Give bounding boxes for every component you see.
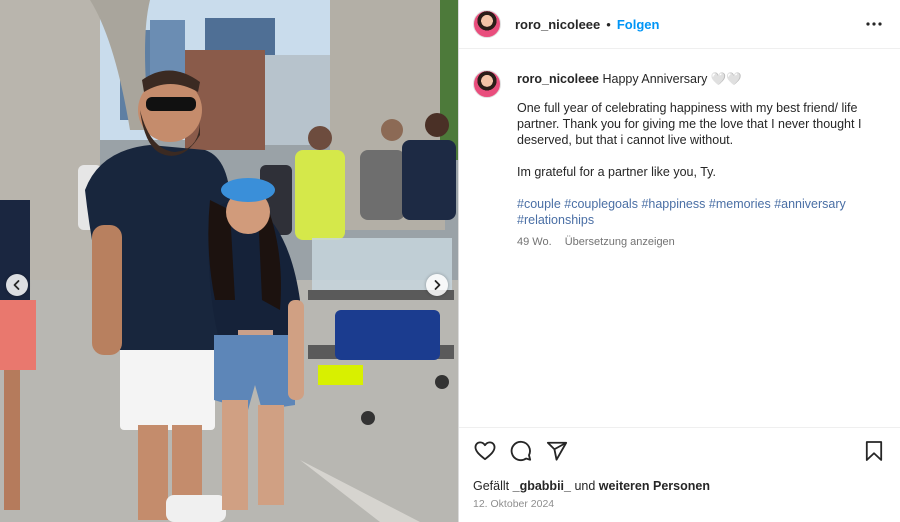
caption-first-line: roro_nicoleee Happy Anniversary 🤍🤍 — [517, 71, 877, 87]
post-date[interactable]: 12. Oktober 2024 — [459, 493, 900, 522]
caption-meta: 49 Wo. Übersetzung anzeigen — [517, 234, 877, 250]
caption-username[interactable]: roro_nicoleee — [517, 72, 599, 86]
save-button[interactable] — [862, 439, 886, 463]
heart-icon — [474, 441, 496, 461]
post-age[interactable]: 49 Wo. — [517, 236, 552, 248]
paper-plane-icon — [546, 441, 568, 461]
bookmark-icon — [865, 441, 883, 461]
liker-username[interactable]: _gbabbii_ — [513, 479, 571, 493]
separator-dot: • — [606, 16, 611, 32]
chevron-left-icon — [13, 280, 20, 290]
comment-icon — [510, 440, 532, 462]
caption-body: roro_nicoleee Happy Anniversary 🤍🤍 One f… — [517, 71, 877, 427]
next-photo-button[interactable] — [426, 274, 448, 296]
translate-link[interactable]: Übersetzung anzeigen — [565, 236, 675, 248]
follow-button[interactable]: Folgen — [617, 17, 660, 32]
previous-photo-button[interactable] — [6, 274, 28, 296]
avatar[interactable] — [473, 10, 501, 38]
caption-title: Happy Anniversary 🤍🤍 — [602, 72, 742, 86]
hashtag-list: #couple #couplegoals #happiness #memorie… — [517, 196, 877, 228]
caption-area: roro_nicoleee Happy Anniversary 🤍🤍 One f… — [459, 49, 900, 427]
share-button[interactable] — [545, 439, 569, 463]
instagram-post-modal: roro_nicoleee • Folgen roro_nicoleee Hap… — [0, 0, 900, 522]
action-bar — [459, 427, 900, 474]
hashtag-link[interactable]: #memories — [709, 197, 771, 211]
hashtag-link[interactable]: #couplegoals — [564, 197, 638, 211]
like-button[interactable] — [473, 439, 497, 463]
more-options-button[interactable] — [862, 12, 886, 36]
comment-button[interactable] — [509, 439, 533, 463]
header-username[interactable]: roro_nicoleee — [515, 17, 600, 32]
caption-avatar[interactable] — [473, 70, 501, 98]
hashtag-link[interactable]: #relationships — [517, 213, 594, 227]
likes-prefix: Gefällt — [473, 479, 510, 493]
likes-line: Gefällt _gbabbii_ und weiteren Personen — [459, 474, 900, 493]
post-header: roro_nicoleee • Folgen — [459, 0, 900, 49]
chevron-right-icon — [434, 280, 441, 290]
hashtag-link[interactable]: #couple — [517, 197, 561, 211]
hashtag-link[interactable]: #happiness — [641, 197, 705, 211]
likes-others-link[interactable]: weiteren Personen — [599, 479, 710, 493]
post-side-panel: roro_nicoleee • Folgen roro_nicoleee Hap… — [458, 0, 900, 522]
photo-scene — [0, 0, 458, 522]
likes-connector: und — [574, 479, 596, 493]
hashtag-link[interactable]: #anniversary — [774, 197, 846, 211]
caption-paragraph-2: Im grateful for a partner like you, Ty. — [517, 165, 716, 179]
post-photo[interactable] — [0, 0, 458, 522]
more-options-icon — [866, 22, 882, 26]
caption-paragraph-1: One full year of celebrating happiness w… — [517, 101, 862, 147]
